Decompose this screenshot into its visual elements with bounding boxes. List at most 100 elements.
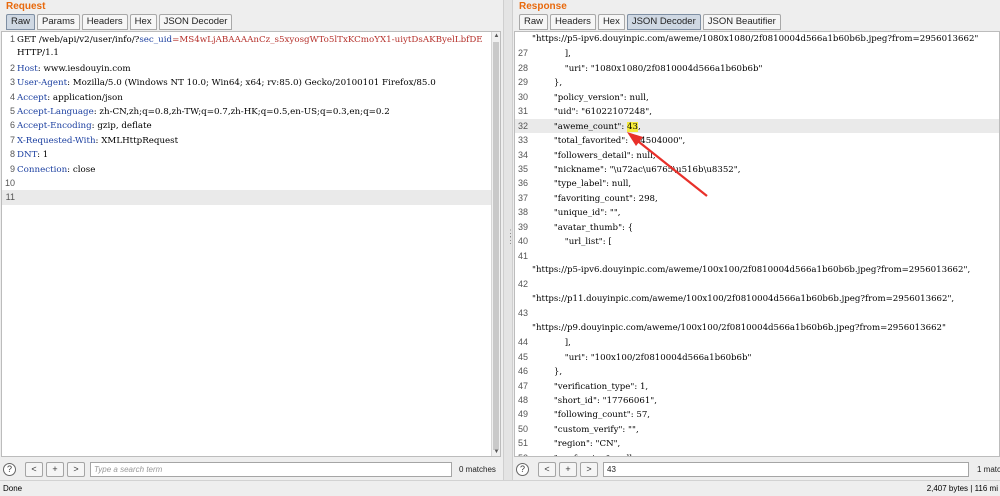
line-text: : gzip, deflate [91,121,152,132]
json-text: "type_label": null, [532,179,632,190]
status-bar: Done 2,407 bytes | 116 mi [0,480,1000,496]
json-text: "verification_type": 1, [532,381,649,392]
line-text: : zh-CN,zh;q=0.8,zh-TW;q=0.7,zh-HK;q=0.5… [93,106,390,117]
line-number: 51 [517,438,528,449]
request-tab-hex[interactable]: Hex [129,14,157,30]
request-line: 1 GET /web/api/v2/user/info/?sec_uid=MS4w… [2,32,500,46]
json-text: "region": "CN", [532,439,621,450]
scroll-down-icon[interactable]: ▼ [493,448,500,456]
previous-match-button[interactable]: < [25,462,43,477]
request-tab-params[interactable]: Params [37,14,80,30]
response-tab-hex[interactable]: Hex [597,14,625,30]
line-number: 40 [517,236,528,247]
request-scroll-thumb[interactable] [493,42,499,450]
request-tab-headers[interactable]: Headers [81,14,128,30]
json-text: "https://p9.douyinpic.com/aweme/100x100/… [532,322,946,333]
line-number: 7 [9,134,15,145]
line-number: 52 [515,451,528,456]
previous-match-button[interactable]: < [538,462,556,477]
line-number: 28 [517,62,528,73]
burp-repeater-window: Request Raw Params Headers Hex JSON Decoder … [0,0,1000,496]
header-name: DNT [17,150,38,161]
response-line: 47 "verification_type": 1, [515,379,999,393]
scroll-up-icon[interactable]: ▲ [493,32,500,40]
response-line: 43 [515,306,999,320]
response-line: 31 "uid": "61022107248", [515,104,999,118]
request-line: 7 X-Requested-With: XMLHttpRequest [2,133,500,147]
response-line: 50 "custom_verify": "", [515,422,999,436]
json-text: "uri": "100x100/2f0810004d566a1b60b6b" [532,352,752,363]
header-name: Host [17,63,38,74]
response-line: 41 [515,249,999,263]
json-text: ], [532,49,571,60]
splitter-grip-icon[interactable]: ⋮ ⋮ [506,229,515,245]
request-line: 6 Accept-Encoding: gzip, deflate [2,118,500,132]
line-number: 3 [9,77,15,88]
line-text: : XMLHttpRequest [95,135,179,146]
request-line: 9 Connection: close [2,162,500,176]
line-number: 41 [517,250,528,261]
line-number: 32 [517,120,528,131]
response-lines: "https://p5-ipv6.douyinpic.com/aweme/108… [515,32,999,456]
header-name: Accept-Language [17,106,94,117]
line-number: 47 [517,380,528,391]
response-line: 28 "uri": "1080x1080/2f0810004d566a1b60b… [515,61,999,75]
next-match-button[interactable]: > [580,462,598,477]
line-text: : close [67,164,96,175]
response-line: 33 "total_favorited": "44504000", [515,133,999,147]
line-number: 43 [517,308,528,319]
status-text: Done [3,484,23,493]
line-number: 10 [4,177,15,188]
response-tab-raw[interactable]: Raw [519,14,549,30]
line-number: 6 [9,120,15,131]
request-line: 3 User-Agent: Mozilla/5.0 (Windows NT 10.… [2,75,500,89]
response-line: 34 "followers_detail": null, [515,148,999,162]
line-number: 39 [517,221,528,232]
response-line: 38 "unique_id": "", [515,205,999,219]
line-number: 45 [517,351,528,362]
line-number: 37 [517,192,528,203]
response-line: 49 "following_count": 57, [515,407,999,421]
request-search-input[interactable]: Type a search term [90,462,452,477]
json-text: "custom_verify": "", [532,424,639,435]
json-text: "policy_version": null, [532,92,649,103]
line-number: 5 [9,105,15,116]
add-button[interactable]: + [46,462,64,477]
response-match-count: 1 matc [977,465,1000,474]
response-search-input[interactable]: 43 [603,462,969,477]
json-text: "uid": "61022107248", [532,107,652,118]
response-tab-headers[interactable]: Headers [550,14,596,30]
request-tab-json-decoder[interactable]: JSON Decoder [158,14,233,30]
request-search-bar: ? < + > Type a search term 0 matches [0,460,503,480]
param-value: =MS4wLjABAAAAnCz_s5xyosgWTo5lTxKCmoYX1-u… [172,35,483,45]
response-editor[interactable]: "https://p5-ipv6.douyinpic.com/aweme/108… [514,31,1000,457]
response-line: 35 "nickname": "\u72ac\u6765\u516b\u8352… [515,162,999,176]
next-match-button[interactable]: > [67,462,85,477]
add-button[interactable]: + [559,462,577,477]
header-name: sec_uid [139,35,173,45]
json-text: }, [532,367,563,378]
json-text: "unique_id": "", [532,208,621,219]
pane-splitter[interactable]: ⋮ ⋮ [503,0,515,480]
help-icon[interactable]: ? [3,463,16,476]
response-line: 27 ], [515,46,999,60]
line-number: 34 [517,149,528,160]
response-pane-title: Response [519,1,567,12]
response-line: "https://p5-ipv6.douyinpic.com/aweme/108… [515,32,999,46]
request-tab-raw[interactable]: Raw [6,14,36,30]
response-tabs: Raw Headers Hex JSON Decoder JSON Beautifier [519,14,781,30]
request-line: 2 Host: www.iesdouyin.com [2,61,500,75]
request-scrollbar[interactable]: ▲ ▼ [491,32,500,456]
response-pane: Response Raw Headers Hex JSON Decoder JSON B… [513,0,1000,480]
response-tab-json-beautifier[interactable]: JSON Beautifier [702,14,781,30]
line-text: : Mozilla/5.0 (Windows NT 10.0; Win64; x… [67,78,436,89]
response-tab-json-decoder[interactable]: JSON Decoder [626,14,701,30]
request-editor[interactable]: 1 GET /web/api/v2/user/info/?sec_uid=MS4w… [1,31,501,457]
request-match-count: 0 matches [459,465,496,474]
line-number: 33 [517,135,528,146]
line-text: GET /web/api/v2/user/info/? [17,35,140,45]
line-number: 8 [9,149,15,160]
header-name: X-Requested-With [17,135,96,146]
help-icon[interactable]: ? [516,463,529,476]
json-text: , [637,121,641,132]
